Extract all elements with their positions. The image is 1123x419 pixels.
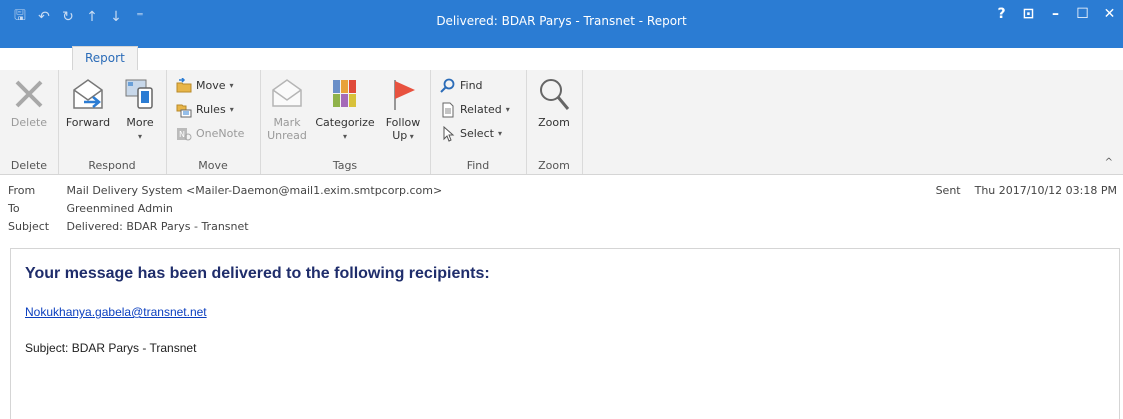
related-label: Related <box>460 103 502 116</box>
rules-button[interactable]: Rules ▾ <box>176 100 234 120</box>
mark-unread-icon <box>272 79 302 107</box>
find-group: Find Related ▾ Select ▾ Find <box>430 70 527 174</box>
rules-caret-icon: ▾ <box>229 105 234 114</box>
ribbon-display-button[interactable]: ⊡ <box>1015 6 1042 22</box>
to-value[interactable]: Greenmined Admin <box>67 202 173 215</box>
title-bar: 🖫 ↶ ↻ ↑ ↓ ⁼ Delivered: BDAR Parys - Tran… <box>0 0 1123 48</box>
recipient-link[interactable]: Nokukhanya.gabela@transnet.net <box>25 305 207 319</box>
select-caret-icon: ▾ <box>497 129 502 138</box>
more-caret-icon: ▾ <box>137 132 142 141</box>
select-button[interactable]: Select ▾ <box>440 124 502 144</box>
window-controls: ? ⊡ – ☐ ✕ <box>988 6 1123 22</box>
respond-group: Forward More ▾ Respond <box>58 70 167 174</box>
categorize-icon <box>333 80 356 107</box>
from-label: From <box>8 184 36 197</box>
delete-label: Delete <box>10 116 48 129</box>
minimize-button[interactable]: – <box>1042 6 1069 22</box>
onenote-icon: N <box>177 128 192 141</box>
tab-file[interactable]: File <box>2 46 46 70</box>
sent-label: Sent <box>935 184 961 197</box>
categorize-label: Categorize <box>315 116 375 129</box>
delete-group: Delete Delete <box>0 70 59 174</box>
group-label-move: Move <box>198 159 228 172</box>
zoom-button[interactable]: Zoom <box>530 76 578 129</box>
to-label: To <box>8 202 20 215</box>
forward-icon <box>73 79 103 109</box>
from-value[interactable]: Mail Delivery System <Mailer-Daemon@mail… <box>67 184 443 197</box>
ribbon: Delete Delete Forward More ▾ Respond Mov… <box>0 70 1123 175</box>
onenote-button[interactable]: N OneNote <box>176 124 244 144</box>
subject-label: Subject <box>8 220 50 233</box>
select-label: Select <box>460 127 494 140</box>
group-label-respond: Respond <box>88 159 136 172</box>
categorize-button[interactable]: Categorize ▾ <box>312 76 378 142</box>
follow-up-button[interactable]: Follow Up ▾ <box>380 76 426 142</box>
close-button[interactable]: ✕ <box>1096 6 1123 22</box>
more-label: More <box>126 116 154 129</box>
delivery-heading: Your message has been delivered to the f… <box>25 265 490 282</box>
related-document-icon <box>442 102 454 118</box>
tags-group: Mark Unread Categorize ▾ Follow Up ▾ Tag… <box>260 70 431 174</box>
svg-text:N: N <box>179 130 185 139</box>
find-search-icon <box>440 78 455 93</box>
find-label: Find <box>460 79 483 92</box>
follow-label-1: Follow <box>385 116 421 129</box>
subject-value: Delivered: BDAR Parys - Transnet <box>66 220 249 233</box>
from-row: From Mail Delivery System <Mailer-Daemon… <box>8 183 442 199</box>
more-respond-icon <box>125 79 153 109</box>
zoom-label: Zoom <box>538 116 570 129</box>
sent-value: Thu 2017/10/12 03:18 PM <box>974 184 1117 197</box>
forward-label: Forward <box>65 116 111 129</box>
zoom-magnifier-icon <box>540 79 570 110</box>
tab-report[interactable]: Report <box>72 46 138 72</box>
sent-row: Sent Thu 2017/10/12 03:18 PM <box>936 183 1117 199</box>
collapse-ribbon-button[interactable]: ^ <box>1105 157 1113 168</box>
body-subject-line: Subject: BDAR Parys - Transnet <box>25 341 197 355</box>
rules-icon <box>176 104 192 118</box>
subject-row: Subject Delivered: BDAR Parys - Transnet <box>8 219 249 235</box>
group-label-zoom: Zoom <box>538 159 570 172</box>
find-button[interactable]: Find <box>440 76 483 96</box>
forward-button[interactable]: Forward <box>62 76 114 129</box>
move-label: Move <box>196 79 226 92</box>
mark-label-2: Unread <box>267 129 307 142</box>
message-header: From Mail Delivery System <Mailer-Daemon… <box>0 175 1123 240</box>
categorize-caret-icon: ▾ <box>342 132 347 141</box>
group-label-find: Find <box>466 159 490 172</box>
flag-icon <box>394 80 415 110</box>
move-group: Move ▾ Rules ▾ N OneNote Move <box>166 70 261 174</box>
window-title: Delivered: BDAR Parys - Transnet - Repor… <box>436 14 687 28</box>
follow-label-2: Up <box>392 129 408 142</box>
move-caret-icon: ▾ <box>229 81 234 90</box>
group-label-delete: Delete <box>10 159 48 172</box>
mark-unread-button[interactable]: Mark Unread <box>264 76 310 142</box>
message-body: Your message has been delivered to the f… <box>10 248 1120 419</box>
rules-label: Rules <box>196 103 226 116</box>
select-cursor-icon <box>443 126 455 142</box>
move-button[interactable]: Move ▾ <box>176 76 234 96</box>
onenote-label: OneNote <box>196 127 245 140</box>
zoom-group: Zoom Zoom <box>526 70 583 174</box>
delete-button[interactable]: Delete <box>6 76 52 129</box>
related-button[interactable]: Related ▾ <box>440 100 510 120</box>
maximize-button[interactable]: ☐ <box>1069 6 1096 22</box>
mark-label-1: Mark <box>273 116 301 129</box>
move-folder-icon <box>176 78 192 93</box>
group-label-tags: Tags <box>332 159 358 172</box>
help-button[interactable]: ? <box>988 6 1015 22</box>
more-respond-button[interactable]: More ▾ <box>118 76 162 142</box>
follow-up-caret-icon: ▾ <box>407 132 414 141</box>
to-row: To Greenmined Admin <box>8 201 173 217</box>
related-caret-icon: ▾ <box>505 105 510 114</box>
delete-x-icon <box>15 80 43 108</box>
